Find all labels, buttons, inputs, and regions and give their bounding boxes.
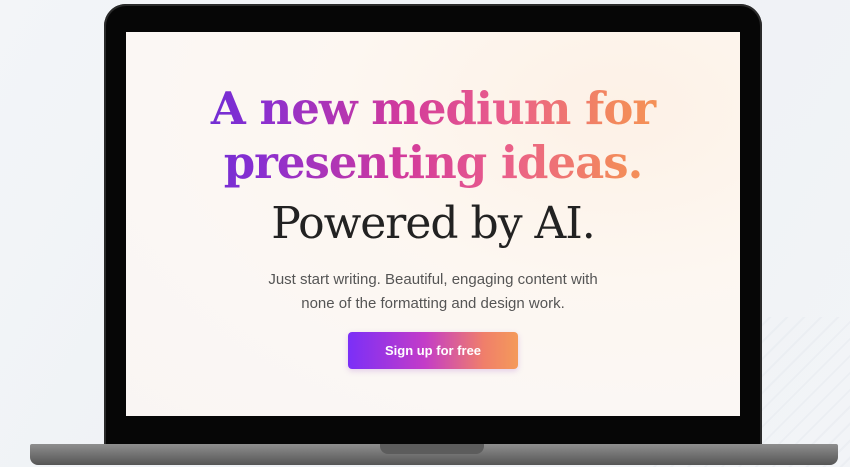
headline-line-1: A new medium for (126, 82, 740, 136)
subtext-line-1: Just start writing. Beautiful, engaging … (268, 271, 598, 288)
hero-powered-by: Powered by AI. (271, 198, 595, 249)
hero-headline: A new medium for presenting ideas. (126, 82, 740, 190)
laptop-notch (380, 444, 484, 454)
laptop-screen: A new medium for presenting ideas. Power… (126, 32, 740, 416)
headline-line-2: presenting ideas. (126, 136, 740, 190)
subtext-line-2: none of the formatting and design work. (301, 295, 565, 312)
sign-up-button[interactable]: Sign up for free (348, 332, 518, 369)
hero-subtext: Just start writing. Beautiful, engaging … (126, 268, 740, 316)
